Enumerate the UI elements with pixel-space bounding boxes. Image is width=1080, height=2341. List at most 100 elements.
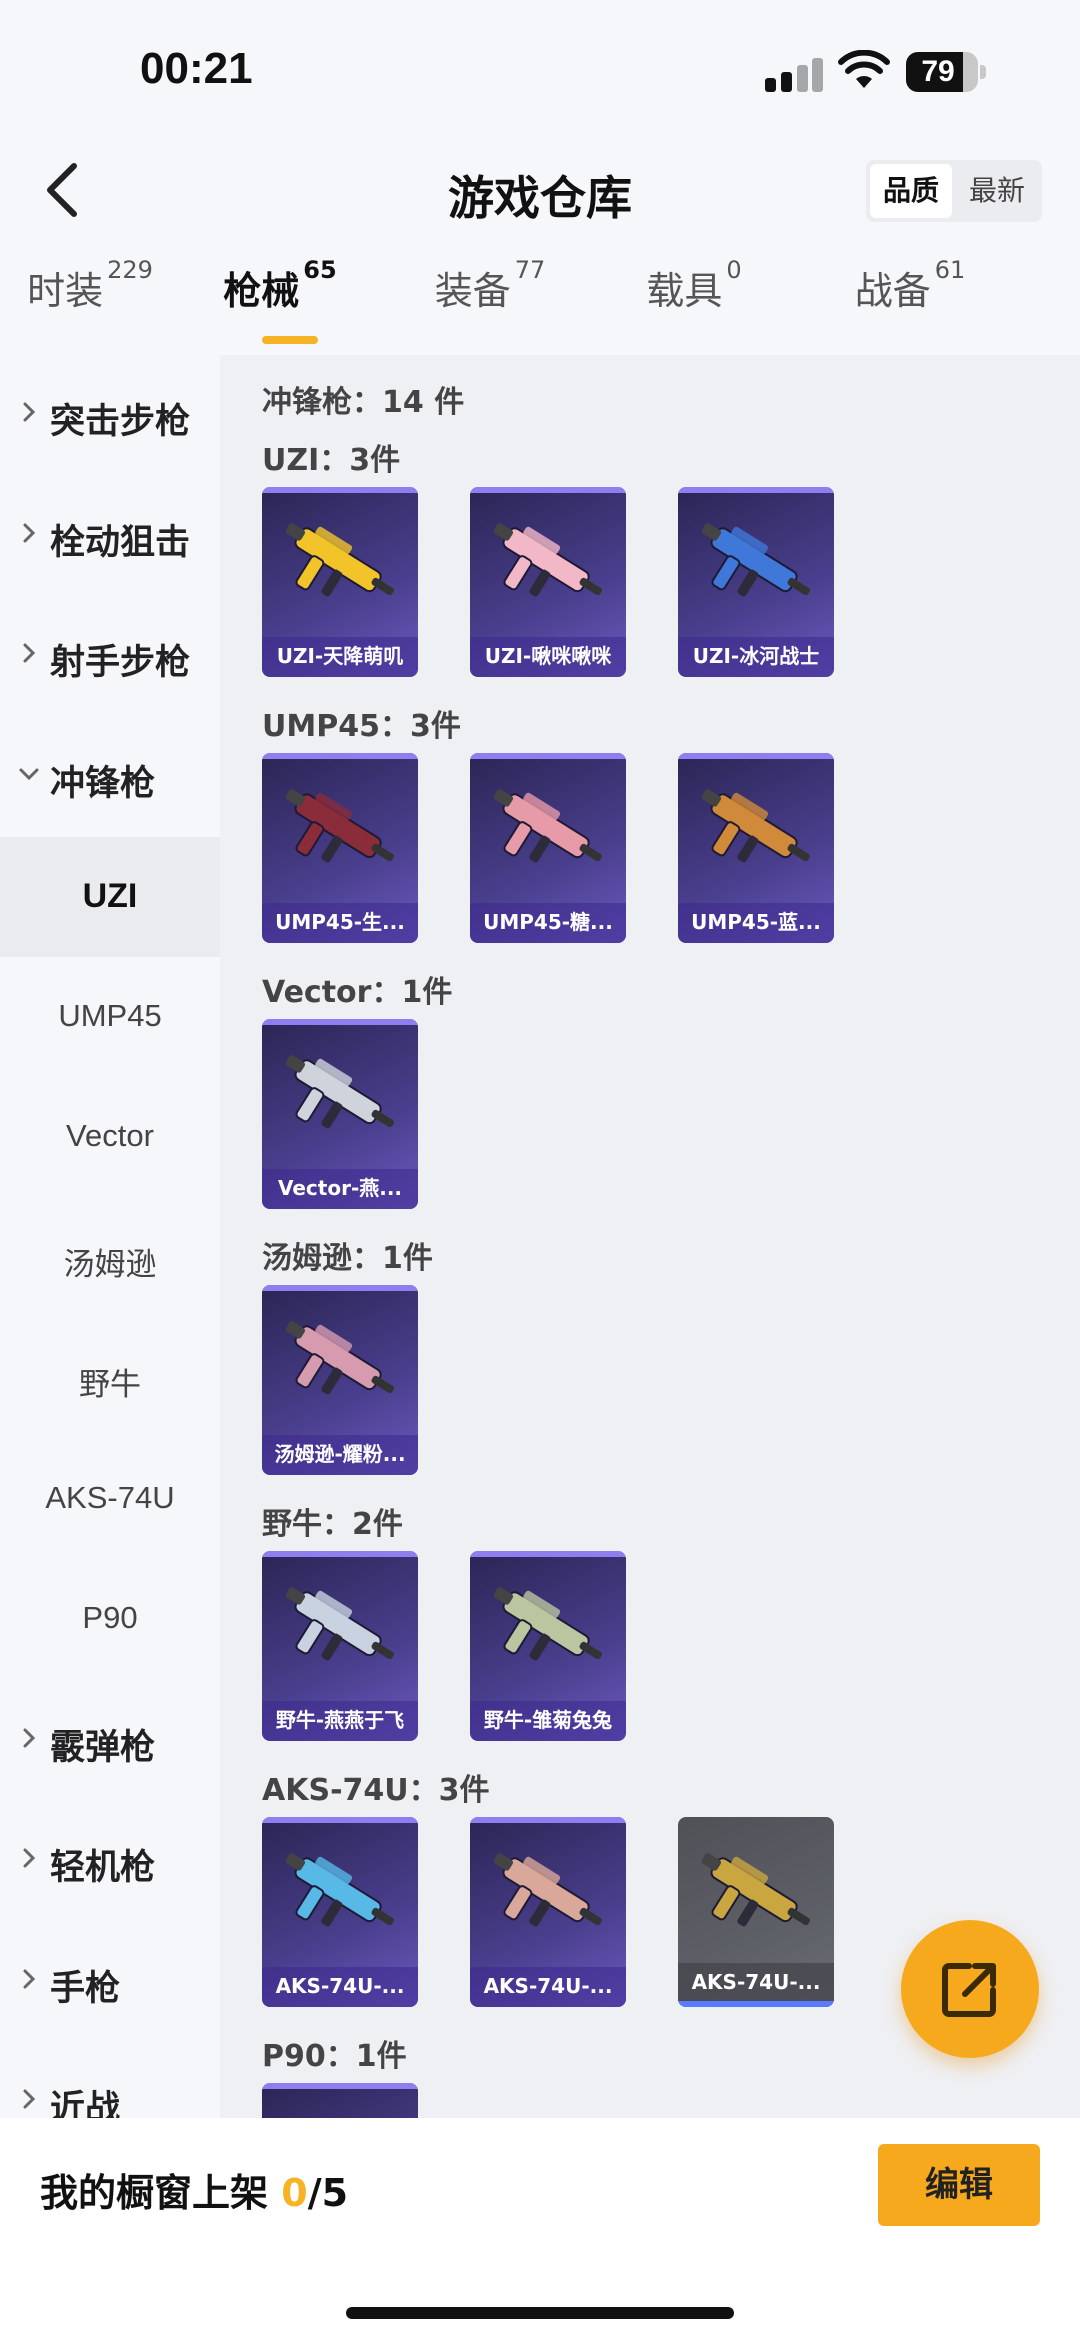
weapon-skin-name: UMP45-糖... bbox=[470, 903, 626, 943]
group-title: 汤姆逊：1件 bbox=[262, 1241, 433, 1276]
sidebar-subitem[interactable]: 野牛 bbox=[0, 1319, 220, 1439]
tab-gear[interactable]: 战备 61 bbox=[820, 256, 1000, 315]
tab-count: 229 bbox=[107, 256, 153, 284]
sidebar-category[interactable]: 轻机枪 bbox=[0, 1801, 220, 1921]
weapon-skin-image bbox=[701, 1853, 810, 1927]
weapon-skin-card[interactable]: UZI-冰河战士 bbox=[678, 487, 834, 677]
showcase-current: 0 bbox=[281, 2171, 308, 2215]
chevron-right-icon bbox=[23, 643, 36, 663]
sidebar-subitem[interactable]: 汤姆逊 bbox=[0, 1199, 220, 1319]
weapon-skin-card[interactable]: UMP45-生... bbox=[262, 753, 418, 943]
sidebar-subitem[interactable]: Vector bbox=[0, 1078, 220, 1198]
sidebar-category[interactable]: 突击步枪 bbox=[0, 355, 220, 475]
group-title: Vector：1件 bbox=[262, 975, 453, 1010]
weapon-skin-image bbox=[285, 1055, 394, 1129]
sidebar-item-label: 冲锋枪 bbox=[50, 763, 156, 804]
weapon-skin-image bbox=[701, 789, 810, 863]
chevron-right-icon bbox=[23, 2089, 36, 2109]
edit-button[interactable]: 编辑 bbox=[878, 2144, 1040, 2226]
tab-count: 65 bbox=[303, 256, 337, 284]
chevron-right-icon bbox=[23, 402, 36, 422]
showcase-total: /5 bbox=[307, 2171, 349, 2215]
tab-firearms[interactable]: 枪械 65 bbox=[190, 256, 370, 315]
weapon-skin-image bbox=[493, 1853, 602, 1927]
cellular-signal-icon bbox=[765, 58, 823, 92]
tab-label: 载具 bbox=[646, 269, 723, 313]
weapon-skin-card[interactable] bbox=[262, 2083, 418, 2120]
sidebar-item-label: 突击步枪 bbox=[50, 402, 191, 442]
sidebar-item-label: Vector bbox=[66, 1118, 154, 1153]
sidebar-item-label: 野牛 bbox=[79, 1367, 141, 1402]
sort-quality-option[interactable]: 品质 bbox=[870, 164, 952, 218]
weapon-skin-image bbox=[285, 1587, 394, 1661]
group-title: P90：1件 bbox=[262, 2039, 407, 2074]
sidebar-category[interactable]: 射手步枪 bbox=[0, 596, 220, 716]
active-tab-indicator bbox=[262, 336, 318, 344]
tab-count: 61 bbox=[934, 256, 966, 284]
weapon-skin-card[interactable]: 汤姆逊-耀粉... bbox=[262, 1285, 418, 1475]
share-button[interactable] bbox=[901, 1920, 1039, 2058]
sidebar-category[interactable]: 手枪 bbox=[0, 1922, 220, 2042]
weapon-skin-card[interactable]: 野牛-燕燕于飞 bbox=[262, 1551, 418, 1741]
weapon-skin-name: Vector-燕... bbox=[262, 1169, 418, 1209]
sidebar: 突击步枪栓动狙击射手步枪冲锋枪 UZI UMP45 Vector 汤姆逊野牛 AKS-74… bbox=[0, 355, 220, 2120]
status-bar: 00:21 79 bbox=[0, 0, 1080, 140]
tab-count: 77 bbox=[514, 256, 546, 284]
tab-vehicles[interactable]: 载具 0 bbox=[604, 256, 784, 315]
weapon-skin-name: AKS-74U-... bbox=[470, 1967, 626, 2007]
wifi-icon bbox=[838, 50, 890, 88]
sidebar-item-label: AKS-74U bbox=[45, 1479, 175, 1515]
sidebar-category[interactable]: 霰弹枪 bbox=[0, 1681, 220, 1801]
sort-newest-option[interactable]: 最新 bbox=[956, 164, 1038, 218]
sidebar-category[interactable]: 冲锋枪 bbox=[0, 717, 220, 837]
weapon-skin-name: 野牛-燕燕于飞 bbox=[262, 1701, 418, 1741]
sidebar-item-label: 栓动狙击 bbox=[50, 522, 191, 563]
weapon-skin-card[interactable]: UZI-天降萌叽 bbox=[262, 487, 418, 677]
weapon-skin-card[interactable]: UMP45-蓝... bbox=[678, 753, 834, 943]
back-button[interactable] bbox=[40, 160, 90, 220]
group-title: 野牛：2件 bbox=[262, 1507, 403, 1542]
sidebar-subitem[interactable]: AKS-74U bbox=[0, 1440, 220, 1560]
sidebar-category[interactable]: 栓动狙击 bbox=[0, 476, 220, 596]
sidebar-item-label: UMP45 bbox=[58, 997, 162, 1033]
sidebar-item-label: UZI bbox=[82, 877, 138, 915]
weapon-skin-card[interactable]: AKS-74U-... bbox=[678, 1817, 834, 2007]
sidebar-subitem[interactable]: P90 bbox=[0, 1560, 220, 1680]
weapon-skin-card[interactable]: UZI-啾咪啾咪 bbox=[470, 487, 626, 677]
weapon-skin-image bbox=[493, 523, 602, 597]
sidebar-item-label: 近战 bbox=[50, 2089, 121, 2120]
weapon-skin-card[interactable]: AKS-74U-... bbox=[262, 1817, 418, 2007]
tab-fashion[interactable]: 时装 229 bbox=[0, 256, 180, 315]
chevron-right-icon bbox=[23, 1848, 36, 1868]
chevron-down-icon bbox=[19, 768, 39, 780]
weapon-skin-card[interactable]: UMP45-糖... bbox=[470, 753, 626, 943]
weapon-skin-name: AKS-74U-... bbox=[262, 1967, 418, 2007]
tab-count: 0 bbox=[726, 256, 742, 284]
chevron-right-icon bbox=[23, 1969, 36, 1988]
weapon-skin-card[interactable]: AKS-74U-... bbox=[470, 1817, 626, 2007]
chevron-right-icon bbox=[23, 523, 36, 542]
home-indicator bbox=[346, 2307, 734, 2319]
weapon-skin-card[interactable]: 野牛-雏菊兔兔 bbox=[470, 1551, 626, 1741]
weapon-skin-image bbox=[285, 1321, 394, 1395]
sidebar-subitem[interactable]: UMP45 bbox=[0, 958, 220, 1078]
weapon-skin-name: 野牛-雏菊兔兔 bbox=[470, 1701, 626, 1741]
group-title: UZI：3件 bbox=[262, 443, 401, 478]
category-tabs: 时装 229 枪械 65 装备 77 载具 0 战备 61 bbox=[0, 256, 1080, 350]
sidebar-item-label: 轻机枪 bbox=[50, 1848, 156, 1888]
sidebar-subitem[interactable]: UZI bbox=[0, 837, 220, 957]
weapon-skin-name: AKS-74U-... bbox=[678, 1963, 834, 2007]
tab-label: 战备 bbox=[854, 269, 931, 313]
sidebar-category[interactable]: 近战 bbox=[0, 2042, 220, 2120]
chevron-right-icon bbox=[23, 1728, 36, 1747]
header: 游戏仓库 品质 最新 bbox=[0, 140, 1080, 240]
weapon-skin-name: UZI-天降萌叽 bbox=[262, 637, 418, 677]
showcase-label: 我的橱窗上架 bbox=[40, 2171, 282, 2215]
bottom-bar: 我的橱窗上架 0/5 编辑 bbox=[0, 2118, 1080, 2341]
sort-toggle: 品质 最新 bbox=[866, 160, 1042, 222]
weapon-skin-card[interactable]: Vector-燕... bbox=[262, 1019, 418, 1209]
tab-label: 枪械 bbox=[223, 269, 300, 313]
weapon-skin-name: UMP45-蓝... bbox=[678, 903, 834, 943]
sidebar-item-label: P90 bbox=[82, 1600, 138, 1635]
tab-equipment[interactable]: 装备 77 bbox=[400, 256, 580, 315]
